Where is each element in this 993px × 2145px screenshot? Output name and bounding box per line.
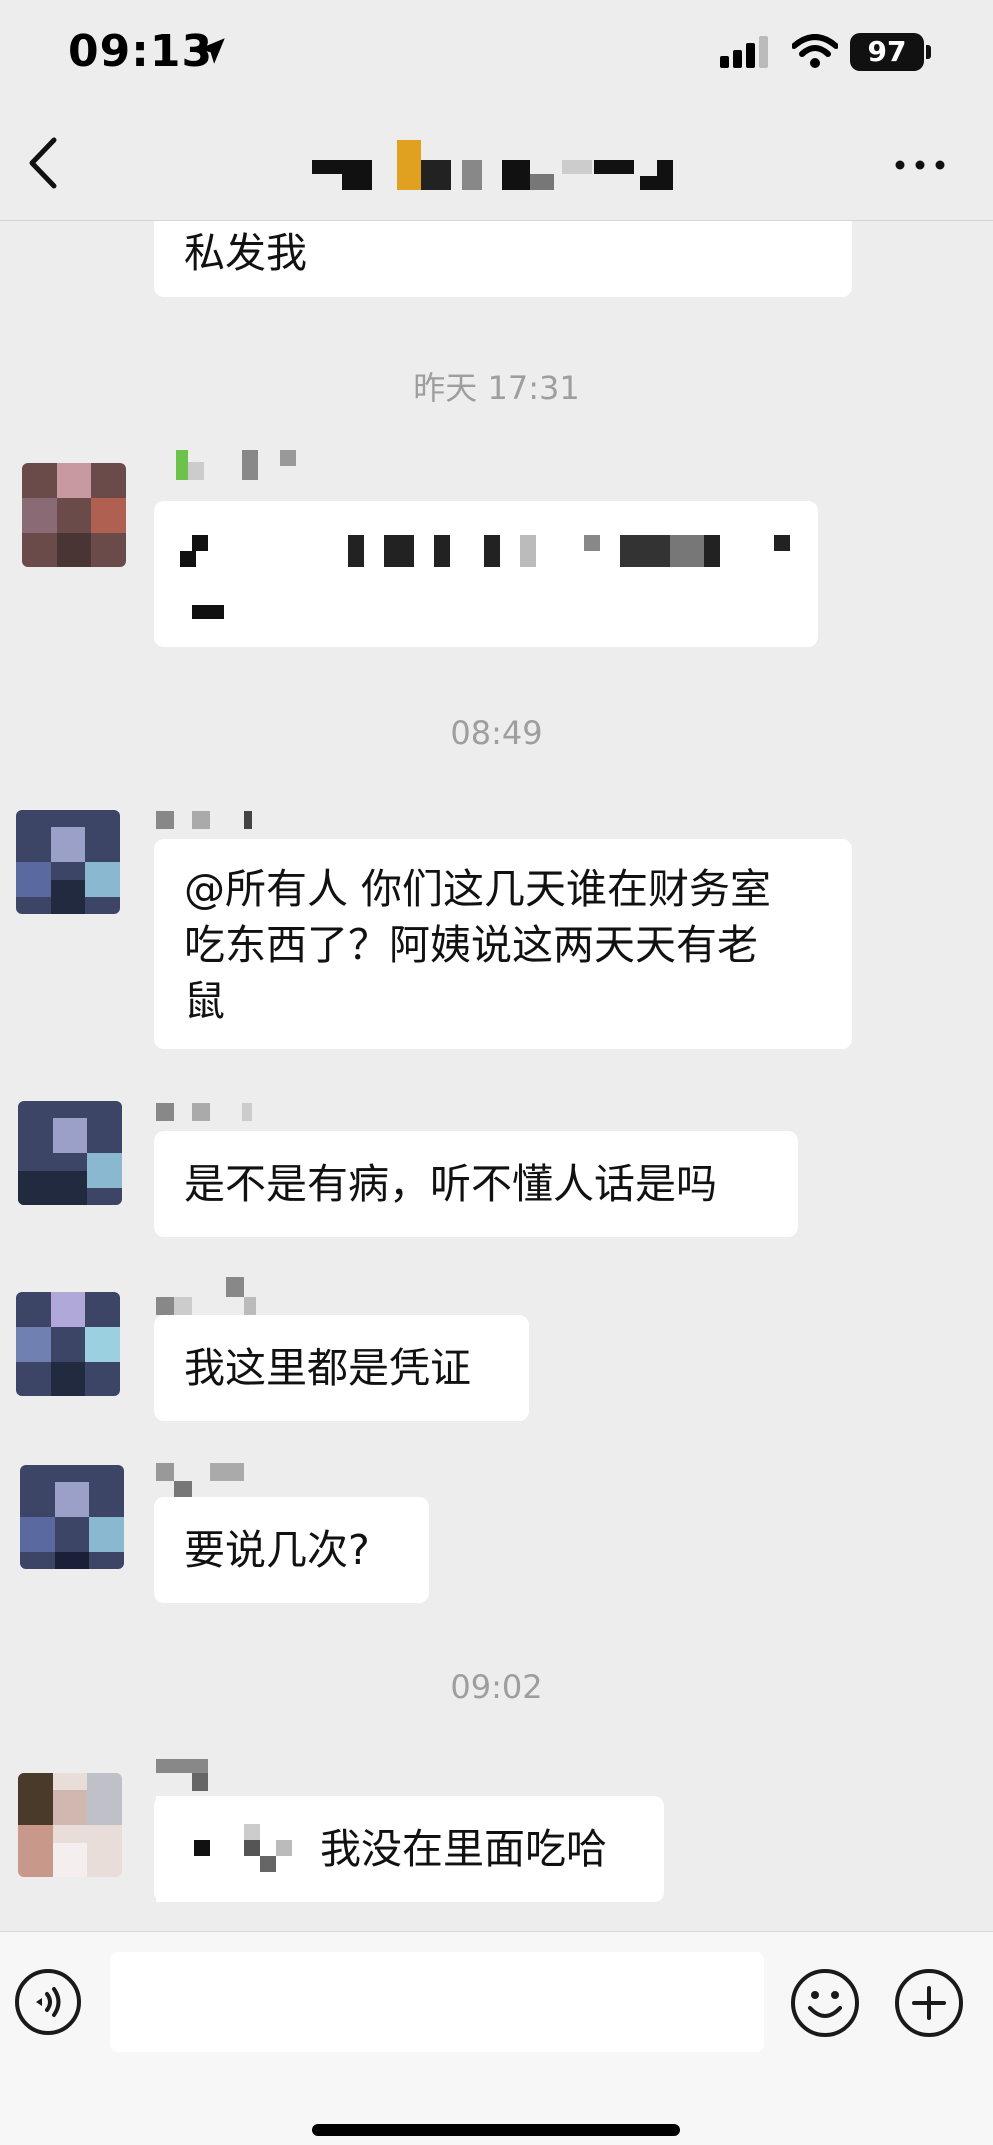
emoji-icon[interactable] (790, 1968, 860, 2038)
message-bubble[interactable]: 要说几次? (154, 1497, 429, 1603)
timestamp: 08:49 (450, 714, 543, 752)
ellipsis-icon[interactable] (890, 140, 950, 190)
message-text: 私发我 (184, 229, 307, 277)
cellular-signal-icon (720, 36, 768, 68)
timestamp: 09:02 (450, 1668, 543, 1706)
avatar[interactable] (16, 1292, 120, 1396)
message-bubble[interactable]: 是不是有病，听不懂人话是吗 (154, 1131, 798, 1237)
message-text-line: 吃东西了？阿姨说这两天天有老 (184, 921, 758, 969)
battery-indicator: 97 (850, 33, 924, 71)
sender-name-censored (156, 811, 256, 829)
avatar[interactable] (18, 1101, 122, 1205)
voice-icon[interactable] (14, 1968, 82, 2036)
avatar[interactable] (16, 810, 120, 914)
message-text: 要说几次? (184, 1526, 370, 1574)
message-text-line: 鼠 (184, 977, 225, 1025)
sender-name-censored (156, 1759, 216, 1793)
plus-icon[interactable] (894, 1968, 964, 2038)
message-bubble[interactable]: @所有人 你们这几天谁在财务室 吃东西了？阿姨说这两天天有老 鼠 (154, 839, 852, 1049)
battery-cap (926, 45, 931, 59)
message-bubble[interactable]: 我没在里面吃哈 (154, 1796, 664, 1902)
message-input[interactable] (110, 1952, 764, 2052)
sender-name-censored (176, 450, 296, 480)
timestamp: 昨天 17:31 (413, 369, 580, 407)
message-text: 是不是有病，听不懂人话是吗 (184, 1160, 717, 1208)
avatar[interactable] (22, 463, 126, 567)
status-time: 09:13 (68, 26, 214, 77)
chat-area[interactable]: 私发我 昨天 17:31 08:49 @所有人 你们这几天谁在财务室 吃东西了？… (0, 221, 993, 1931)
chevron-left-icon[interactable] (18, 128, 68, 198)
message-text: 我没在里面吃哈 (320, 1825, 607, 1873)
avatar[interactable] (20, 1465, 124, 1569)
message-bubble[interactable]: 私发我 (154, 221, 852, 297)
message-bubble[interactable]: 我这里都是凭证 (154, 1315, 529, 1421)
location-arrow-icon (199, 38, 225, 64)
message-text: 我这里都是凭证 (184, 1344, 471, 1392)
avatar[interactable] (18, 1773, 122, 1877)
sender-name-censored (156, 1103, 256, 1121)
sender-name-censored (156, 1277, 256, 1317)
wifi-icon (792, 34, 838, 68)
message-bubble-censored[interactable] (154, 501, 818, 647)
message-text-line: @所有人 你们这几天谁在财务室 (184, 865, 772, 913)
home-indicator (312, 2124, 680, 2136)
group-title-censored (312, 140, 692, 194)
